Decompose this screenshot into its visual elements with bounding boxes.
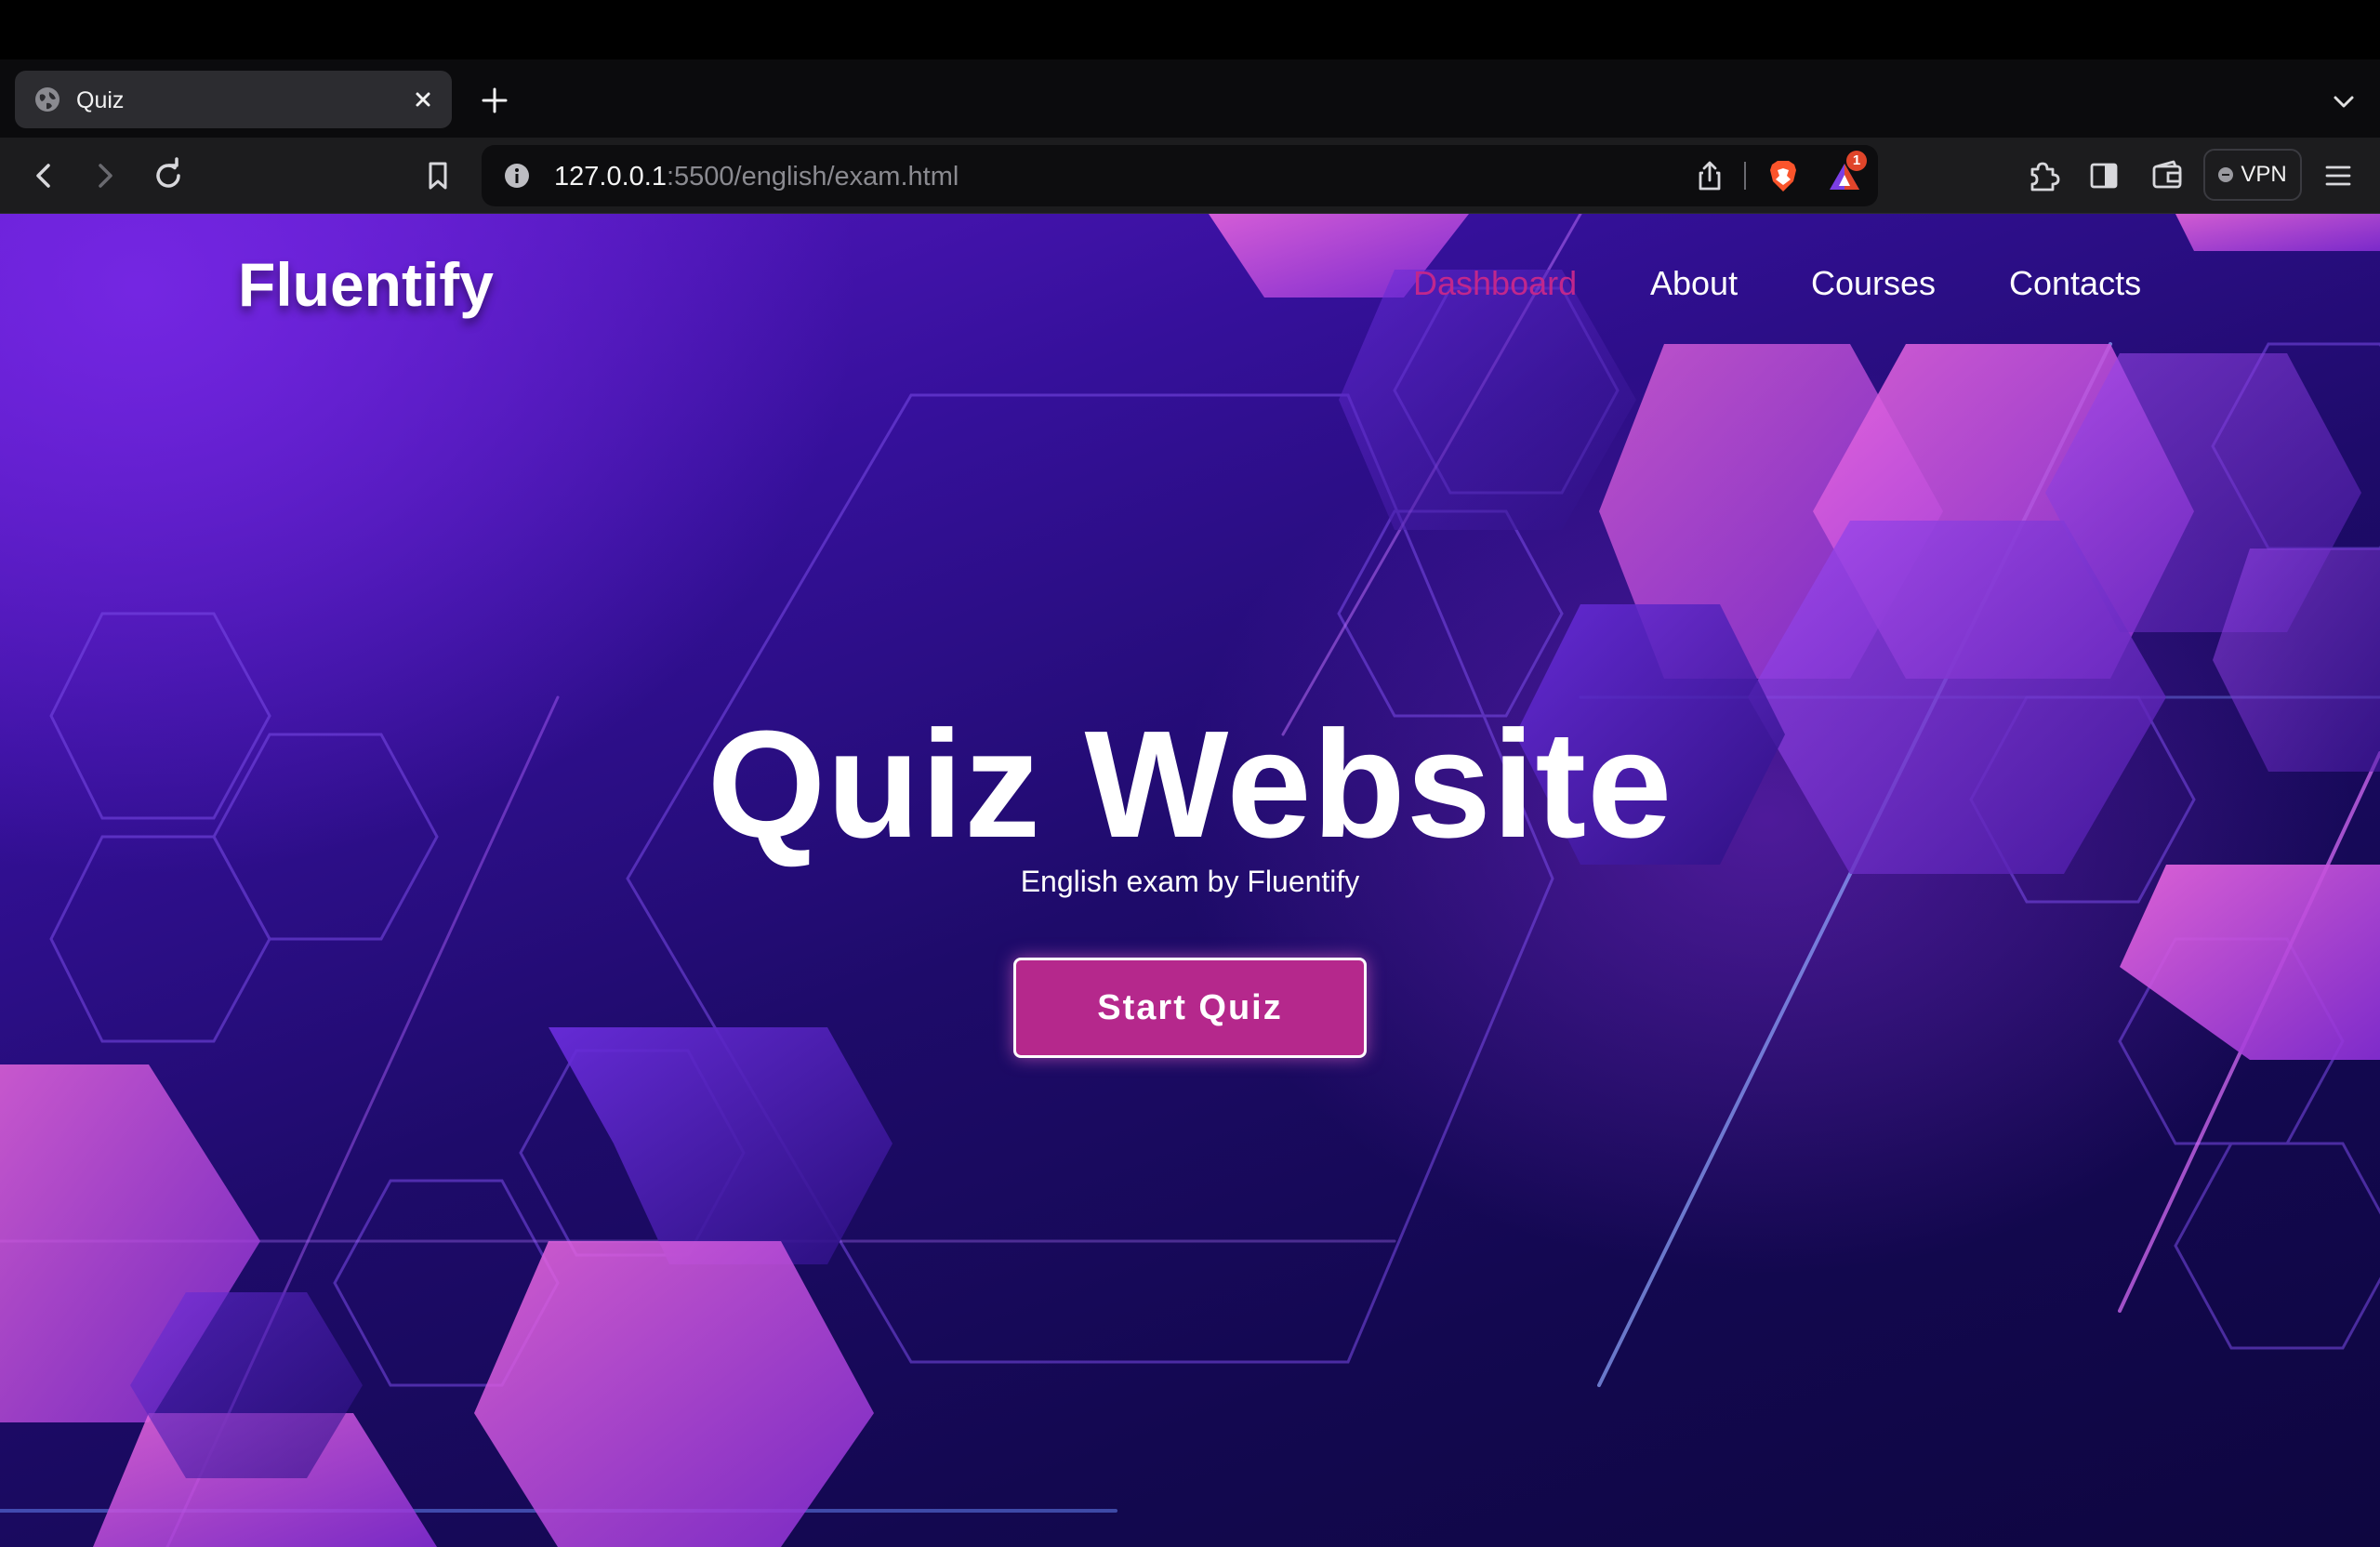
vpn-status-icon — [2218, 167, 2234, 182]
vpn-button[interactable]: VPN — [2203, 149, 2302, 201]
wallet-icon — [2152, 160, 2182, 189]
brave-shields-icon[interactable] — [1765, 157, 1802, 194]
page-viewport: Fluentify Dashboard About Courses Contac… — [0, 214, 2380, 1547]
hamburger-menu-icon — [2325, 165, 2351, 186]
globe-icon — [35, 87, 60, 112]
close-icon[interactable] — [407, 84, 439, 115]
forward-arrow-icon — [99, 164, 112, 188]
vpn-label: VPN — [2241, 162, 2287, 187]
menu-button[interactable] — [2319, 156, 2358, 195]
tab-quiz[interactable]: Quiz — [15, 71, 452, 128]
tab-title: Quiz — [76, 87, 125, 113]
info-icon[interactable] — [502, 161, 532, 191]
address-bar[interactable]: 127.0.0.1:5500/english/exam.html 1 — [482, 145, 1878, 206]
puzzle-icon — [2030, 162, 2060, 192]
browser-toolbar: 127.0.0.1:5500/english/exam.html 1 VPN — [0, 138, 2380, 214]
nav-item-dashboard[interactable]: Dashboard — [1413, 264, 1577, 303]
url-text[interactable]: 127.0.0.1:5500/english/exam.html — [554, 162, 959, 192]
rewards-badge: 1 — [1846, 151, 1867, 171]
extensions-button[interactable] — [2023, 156, 2062, 195]
url-divider — [1744, 162, 1746, 190]
nav-item-courses[interactable]: Courses — [1811, 264, 1936, 303]
back-button[interactable] — [24, 156, 63, 195]
nav-item-contacts[interactable]: Contacts — [2009, 264, 2141, 303]
bookmark-icon — [429, 162, 447, 190]
main-nav: Dashboard About Courses Contacts — [0, 264, 2380, 311]
nav-item-about[interactable]: About — [1650, 264, 1738, 303]
forward-button[interactable] — [86, 156, 125, 195]
reload-button[interactable] — [149, 156, 188, 195]
chevron-down-icon[interactable] — [2328, 86, 2360, 117]
new-tab-plus-icon[interactable] — [476, 82, 513, 119]
hero-title: Quiz Website — [707, 699, 1673, 869]
url-host: 127.0.0.1 — [554, 162, 667, 192]
reload-icon — [156, 157, 180, 188]
hero-subtitle: English exam by Fluentify — [1020, 865, 1360, 898]
sidebar-toggle-button[interactable] — [2084, 156, 2123, 195]
screen-top-strip — [0, 0, 2380, 60]
wallet-button[interactable] — [2148, 156, 2187, 195]
share-icon[interactable] — [1692, 158, 1727, 193]
url-path: :5500/english/exam.html — [666, 162, 959, 192]
sidebar-icon — [2090, 163, 2118, 189]
bookmark-button[interactable] — [418, 156, 457, 195]
start-quiz-button[interactable]: Start Quiz — [1013, 958, 1367, 1058]
back-arrow-icon — [36, 164, 50, 188]
tab-bar: Quiz — [0, 60, 2380, 138]
